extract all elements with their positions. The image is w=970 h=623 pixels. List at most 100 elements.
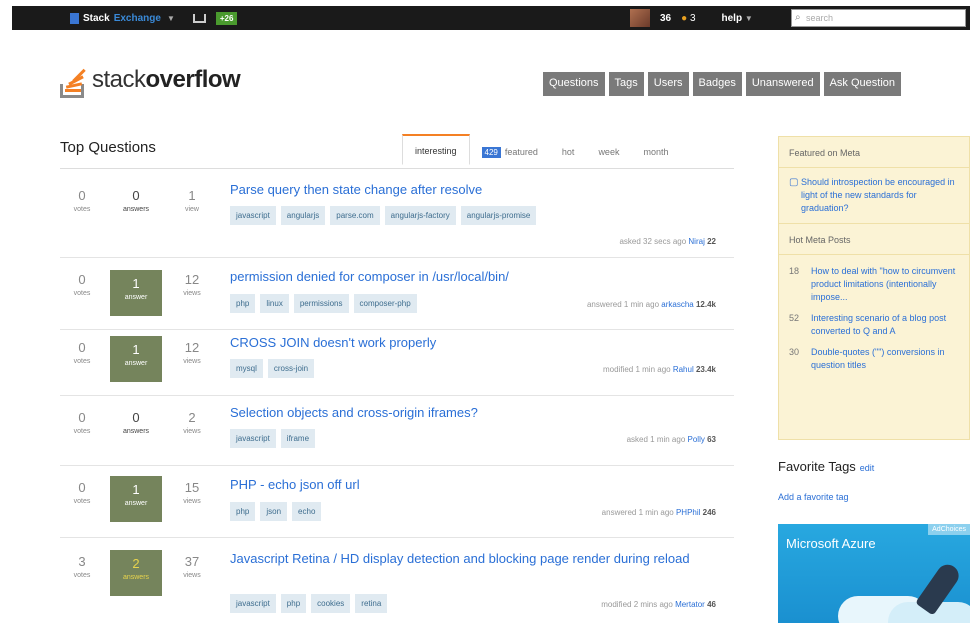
view-count: 12 views — [183, 340, 201, 365]
question-row: 0 votes 1 answer 12 views CROSS JOIN doesn'… — [60, 330, 734, 396]
question-title-link[interactable]: PHP - echo json off url — [230, 476, 730, 494]
question-tag[interactable]: javascript — [230, 594, 276, 613]
user-link[interactable]: Polly — [688, 435, 705, 444]
question-title-link[interactable]: Selection objects and cross-origin ifram… — [230, 404, 730, 422]
nav-questions[interactable]: Questions — [543, 72, 605, 96]
bronze-count: 3 — [689, 12, 696, 24]
question-title-link[interactable]: CROSS JOIN doesn't work properly — [230, 334, 730, 352]
reputation-change-badge[interactable]: +26 — [215, 11, 238, 25]
nav-badges[interactable]: Badges — [692, 72, 742, 96]
hot-meta-count: 52 — [789, 313, 800, 323]
question-tag[interactable]: parse.com — [330, 206, 380, 225]
hot-meta-item[interactable]: 18 How to deal with "how to circumvent p… — [779, 255, 969, 307]
avatar[interactable] — [630, 9, 650, 27]
hot-meta-item[interactable]: 52 Interesting scenario of a blog post c… — [779, 307, 969, 341]
user-area: 36 ● 3 help ▼ — [630, 6, 753, 30]
search-input[interactable]: ⌕ search — [791, 9, 966, 27]
question-tag[interactable]: composer-php — [353, 294, 417, 313]
question-tag[interactable]: php — [230, 502, 256, 521]
question-tag[interactable]: angularjs — [280, 206, 326, 225]
topbar: Stack Exchange ▼ +26 36 ● 3 help ▼ ⌕ sear… — [12, 6, 970, 30]
help-menu[interactable]: help ▼ — [722, 13, 753, 24]
nav-users[interactable]: Users — [647, 72, 689, 96]
tab-week[interactable]: week — [586, 137, 631, 165]
question-tag[interactable]: javascript — [230, 429, 276, 448]
hot-meta-link[interactable]: Double-quotes ("") conversions in questi… — [811, 346, 959, 372]
hot-meta-count: 30 — [789, 347, 800, 357]
inbox-icon[interactable] — [192, 13, 206, 23]
reputation[interactable]: 36 — [660, 13, 671, 24]
divider — [60, 168, 734, 169]
vote-count: 0 votes — [73, 410, 91, 435]
user-link[interactable]: Rahul — [673, 365, 694, 374]
hot-meta-posts-heading: Hot Meta Posts — [779, 223, 969, 255]
question-row: 0 votes 1 answer 15 views PHP - echo json o… — [60, 466, 734, 538]
question-tag[interactable]: mysql — [230, 359, 263, 378]
question-list: 0 votes 0 answers 1 view Parse query then s… — [60, 170, 734, 623]
meta-sidebar-box: Featured on Meta ▢ Should introspection … — [778, 136, 970, 440]
question-row: 0 votes 0 answers 1 view Parse query then s… — [60, 170, 734, 258]
question-tag[interactable]: cross-join — [267, 359, 315, 378]
chevron-down-icon: ▼ — [166, 13, 175, 23]
hot-meta-item[interactable]: 30 Double-quotes ("") conversions in que… — [779, 341, 969, 375]
question-meta: asked 1 min ago Polly 63 — [626, 435, 716, 444]
question-tag[interactable]: json — [260, 502, 288, 521]
stackexchange-menu[interactable]: Stack Exchange ▼ — [70, 12, 175, 24]
site-name-a: Stack — [83, 12, 110, 24]
user-link[interactable]: Mertator — [675, 600, 705, 609]
stackoverflow-logo-icon — [58, 60, 88, 100]
user-link[interactable]: arkascha — [661, 300, 693, 309]
advertisement[interactable]: Microsoft Azure AdChoices — [778, 524, 970, 623]
question-tag[interactable]: echo — [292, 502, 322, 521]
question-title-link[interactable]: permission denied for composer in /usr/l… — [230, 268, 730, 286]
chevron-down-icon: ▼ — [744, 13, 753, 23]
user-link[interactable]: PHPhil — [676, 508, 700, 517]
hot-meta-link[interactable]: Interesting scenario of a blog post conv… — [811, 312, 959, 338]
question-row: 3 votes 2 answers 37 views Javascript Retin… — [60, 538, 734, 623]
featured-meta-item[interactable]: ▢ Should introspection be encouraged in … — [779, 168, 969, 223]
vote-count: 0 votes — [73, 188, 91, 213]
tab-interesting[interactable]: interesting — [402, 134, 470, 165]
question-row: 0 votes 1 answer 12 views permission denied… — [60, 258, 734, 330]
search-icon: ⌕ — [795, 12, 801, 23]
tab-featured[interactable]: 429 featured — [470, 137, 550, 165]
ad-title: Microsoft Azure — [786, 536, 876, 551]
search-placeholder: search — [806, 13, 834, 23]
nav-unanswered[interactable]: Unanswered — [745, 72, 820, 96]
question-title-link[interactable]: Javascript Retina / HD display detection… — [230, 550, 730, 568]
featured-meta-link[interactable]: Should introspection be encouraged in li… — [801, 176, 959, 215]
nav-ask-question[interactable]: Ask Question — [823, 72, 902, 96]
answer-count: 1 answer — [110, 336, 162, 382]
vote-count: 0 votes — [73, 340, 91, 365]
question-tag[interactable]: linux — [260, 294, 289, 313]
edit-favorite-tags-link[interactable]: edit — [860, 463, 875, 473]
featured-on-meta-heading: Featured on Meta — [779, 137, 969, 168]
stackoverflow-logo[interactable]: stackoverflow — [58, 60, 241, 100]
tab-hot[interactable]: hot — [550, 137, 587, 165]
question-meta: asked 32 secs ago Niraj 22 — [619, 237, 716, 246]
hot-meta-count: 18 — [789, 266, 800, 276]
view-count: 2 views — [183, 410, 201, 435]
question-tag[interactable]: angularjs-factory — [384, 206, 456, 225]
question-tabs: interesting 429 featured hot week month — [402, 134, 680, 165]
featured-count-badge: 429 — [481, 147, 501, 158]
question-tag[interactable]: permissions — [293, 294, 349, 313]
tab-month[interactable]: month — [631, 137, 680, 165]
question-tag[interactable]: php — [230, 294, 256, 313]
user-link[interactable]: Niraj — [688, 237, 704, 246]
question-tag[interactable]: cookies — [311, 594, 351, 613]
view-count: 37 views — [183, 554, 201, 579]
nav-tags[interactable]: Tags — [608, 72, 644, 96]
ad-choices-badge[interactable]: AdChoices — [928, 524, 970, 535]
question-tag[interactable]: retina — [355, 594, 388, 613]
question-tag[interactable]: iframe — [280, 429, 316, 448]
question-tag[interactable]: javascript — [230, 206, 276, 225]
tab-featured-label: featured — [504, 147, 538, 157]
question-tag[interactable]: angularjs-promise — [460, 206, 537, 225]
question-title-link[interactable]: Parse query then state change after reso… — [230, 181, 730, 199]
question-meta: modified 1 min ago Rahul 23.4k — [603, 365, 716, 374]
question-meta: answered 1 min ago PHPhil 246 — [601, 508, 716, 517]
add-favorite-tag-link[interactable]: Add a favorite tag — [778, 492, 849, 502]
question-tag[interactable]: php — [280, 594, 307, 613]
hot-meta-link[interactable]: How to deal with "how to circumvent prod… — [811, 265, 959, 304]
